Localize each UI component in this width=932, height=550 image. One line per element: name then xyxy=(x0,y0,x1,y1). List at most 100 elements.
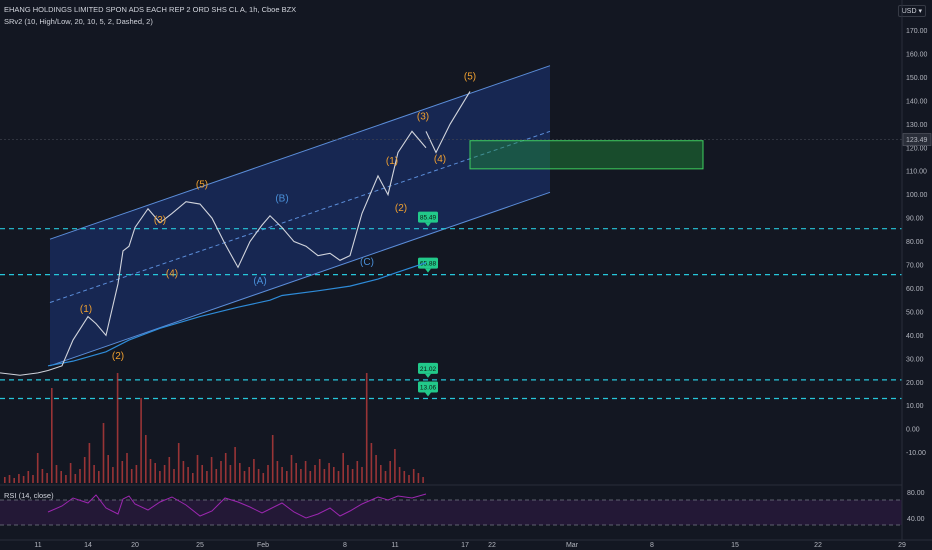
volume-bar xyxy=(398,467,401,483)
volume-bar xyxy=(234,447,236,483)
x-tick-label: 22 xyxy=(814,542,822,549)
y-tick-label: 0.00 xyxy=(906,427,920,434)
wave-label: (5) xyxy=(196,180,208,191)
volume-bar xyxy=(412,469,415,483)
x-tick-label: Mar xyxy=(566,542,579,549)
volume-bar xyxy=(206,471,208,483)
regression-channel xyxy=(49,65,551,367)
volume-bar xyxy=(36,453,39,483)
volume-bar xyxy=(239,463,241,483)
volume-bar xyxy=(192,473,194,483)
volume-bar xyxy=(154,463,156,483)
volume-bar xyxy=(112,467,114,483)
time-axis[interactable]: 11 14 20 25 Feb 8 11 17 22 Mar 8 15 22 29 xyxy=(0,539,932,549)
volume-bar xyxy=(351,469,354,483)
price-pre-line xyxy=(0,370,49,376)
target-zone-box xyxy=(469,140,704,170)
volume-bar xyxy=(314,465,316,483)
volume-bar xyxy=(27,471,30,483)
volume-bar xyxy=(201,465,203,483)
x-tick-label: 22 xyxy=(488,542,496,549)
volume-bar xyxy=(196,455,199,483)
volume-bar xyxy=(403,471,406,483)
volume-bar xyxy=(318,459,321,483)
volume-bar xyxy=(69,463,72,483)
rsi-tick-label: 80.00 xyxy=(907,490,925,497)
volume-bar xyxy=(88,443,91,483)
volume-bar xyxy=(394,449,396,483)
volume-bar xyxy=(163,465,166,483)
volume-bar xyxy=(323,469,326,483)
y-tick-label: -10.00 xyxy=(906,450,926,457)
volume-bar xyxy=(276,461,279,483)
volume-bar xyxy=(60,471,62,483)
x-tick-label: 29 xyxy=(898,542,906,549)
volume-bar xyxy=(149,459,152,483)
volume-bar xyxy=(286,471,288,483)
volume-bar xyxy=(215,469,218,483)
volume-bar xyxy=(79,469,81,483)
level-label: 85.49 xyxy=(420,215,437,222)
volume-bar xyxy=(107,455,109,483)
y-tick-label: 120.00 xyxy=(906,145,928,152)
x-tick-label: 11 xyxy=(34,542,41,549)
y-tick-label: 70.00 xyxy=(906,263,924,270)
volume-bar xyxy=(229,465,232,483)
wave-label: (B) xyxy=(275,194,288,205)
level-label-pointer xyxy=(425,268,431,273)
volume-bar xyxy=(342,453,344,483)
x-tick-label: 15 xyxy=(731,542,739,549)
volume-bar xyxy=(304,461,307,483)
x-tick-label: Feb xyxy=(257,542,269,549)
wave-label: (1) xyxy=(80,304,92,315)
volume-bar xyxy=(337,471,340,483)
level-label-pointer xyxy=(425,392,431,397)
volume-bar xyxy=(130,469,133,483)
volume-bar xyxy=(328,463,330,483)
wave-label: (3) xyxy=(154,215,166,226)
volume-bar xyxy=(22,476,25,483)
volume-bar xyxy=(333,467,335,483)
volume-bar xyxy=(177,443,180,483)
y-tick-label: 140.00 xyxy=(906,98,928,105)
volume-bar xyxy=(361,467,363,483)
volume-bar xyxy=(140,398,142,483)
volume-bar xyxy=(370,443,373,483)
volume-bar xyxy=(300,469,302,483)
volume-bar xyxy=(375,455,377,483)
volume-bar xyxy=(187,467,189,483)
volume-bar xyxy=(55,465,58,483)
volume-bar xyxy=(271,435,274,483)
volume-bar xyxy=(135,465,138,483)
y-tick-label: 170.00 xyxy=(906,28,928,35)
wave-label: (5) xyxy=(464,72,476,83)
price-chart[interactable]: 85.4965.8821.0213.06 (1)(2)(3)(4)(5)(A)(… xyxy=(0,0,932,550)
y-tick-label: 150.00 xyxy=(906,75,928,82)
volume-bar xyxy=(65,475,67,483)
y-tick-label: 20.00 xyxy=(906,380,924,387)
y-tick-label: 60.00 xyxy=(906,286,924,293)
x-tick-label: 8 xyxy=(343,542,347,549)
volume-bar xyxy=(168,457,171,483)
volume-bar xyxy=(145,435,147,483)
volume-bar xyxy=(116,373,119,483)
volume-bar xyxy=(257,469,260,483)
wave-label: (1) xyxy=(386,156,398,167)
volume-bar xyxy=(18,474,20,483)
volume-bar xyxy=(281,467,283,483)
volume-bar xyxy=(384,471,387,483)
volume-bar xyxy=(309,471,312,483)
volume-bar xyxy=(224,453,227,483)
x-tick-label: 25 xyxy=(196,542,204,549)
volume-bar xyxy=(46,473,48,483)
volume-bar xyxy=(253,459,255,483)
y-tick-label: 50.00 xyxy=(906,309,924,316)
volume-bar xyxy=(13,478,15,483)
volume-bar xyxy=(93,465,95,483)
volume-bar xyxy=(262,473,265,483)
wave-label: (4) xyxy=(434,154,446,165)
y-tick-label: 90.00 xyxy=(906,216,924,223)
wave-label: (2) xyxy=(395,203,407,214)
volume-bar xyxy=(210,457,213,483)
volume-bar xyxy=(41,469,44,483)
